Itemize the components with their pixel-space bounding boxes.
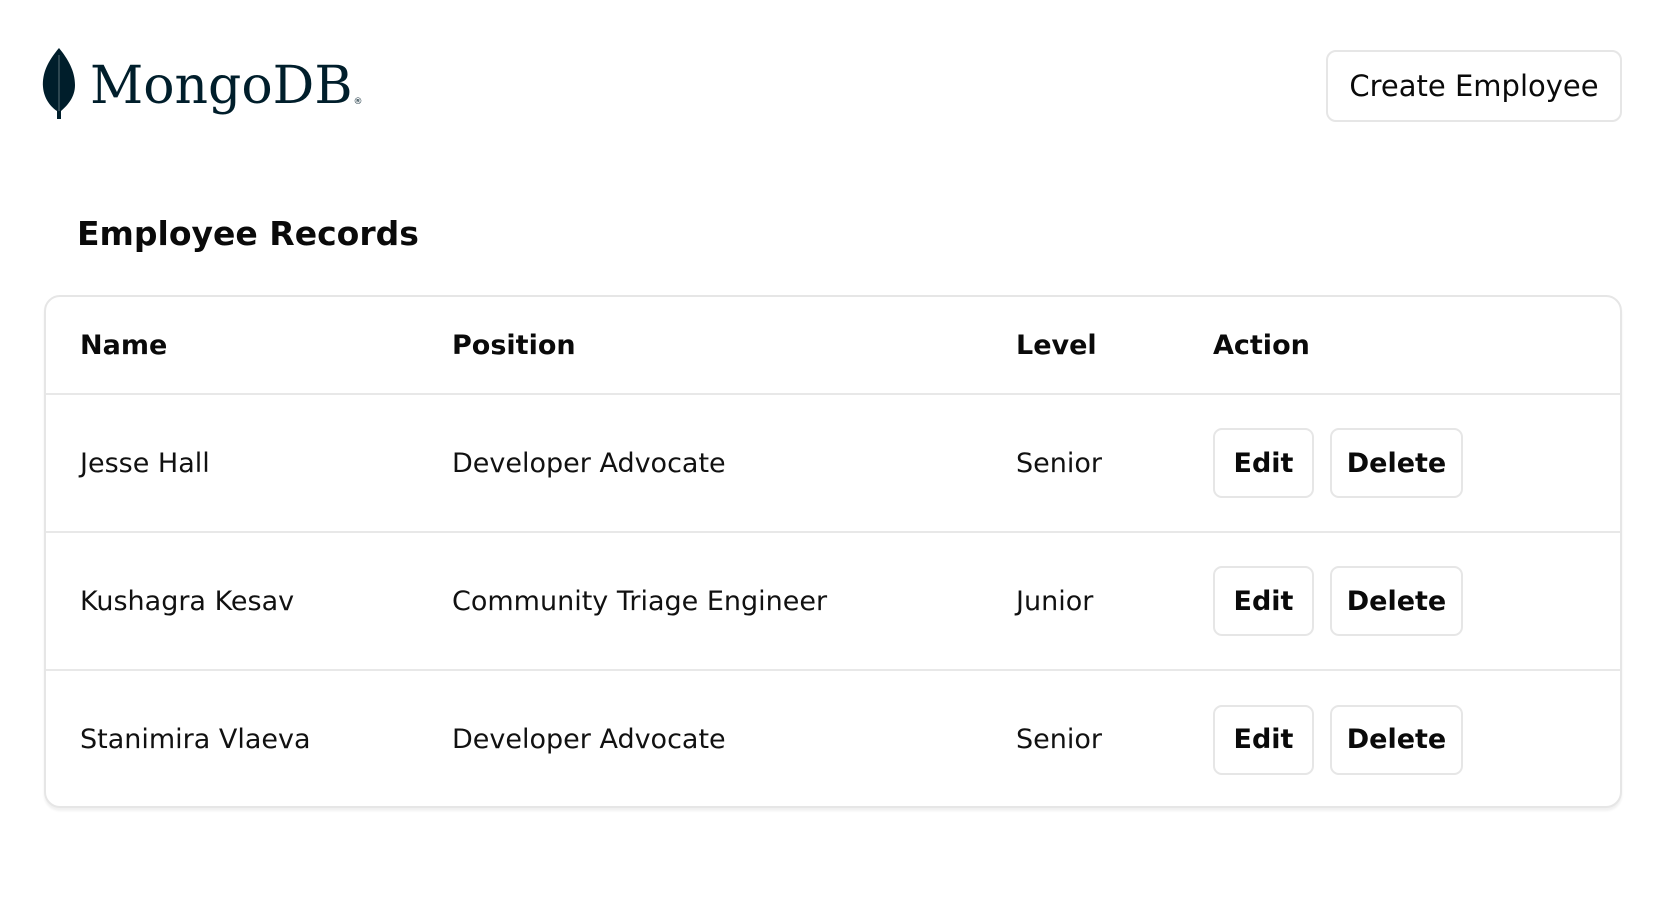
row-actions: Edit Delete <box>1213 533 1463 669</box>
row-actions: Edit Delete <box>1213 395 1463 531</box>
employee-level: Junior <box>1016 585 1094 617</box>
leaf-icon <box>42 47 76 121</box>
registered-mark: ® <box>353 97 363 107</box>
employee-position: Developer Advocate <box>452 724 726 755</box>
column-header-level: Level <box>1016 329 1097 361</box>
delete-button[interactable]: Delete <box>1330 566 1463 636</box>
column-header-position: Position <box>452 329 576 361</box>
delete-button[interactable]: Delete <box>1330 704 1463 775</box>
logo-wordmark: MongoDB <box>90 56 353 116</box>
create-employee-button[interactable]: Create Employee <box>1326 50 1622 122</box>
column-header-action: Action <box>1213 329 1310 361</box>
edit-button[interactable]: Edit <box>1213 566 1314 636</box>
table-row: Jesse Hall Developer Advocate Senior Edi… <box>46 395 1620 533</box>
page-title: Employee Records <box>77 214 419 253</box>
edit-button[interactable]: Edit <box>1213 428 1314 498</box>
column-header-name: Name <box>80 329 168 361</box>
row-actions: Edit Delete <box>1213 671 1463 806</box>
employee-name: Stanimira Vlaeva <box>80 724 311 755</box>
employee-name: Jesse Hall <box>80 447 210 479</box>
employee-position: Community Triage Engineer <box>452 585 828 617</box>
mongodb-logo[interactable]: MongoDB ® <box>42 44 363 124</box>
edit-button[interactable]: Edit <box>1213 704 1314 775</box>
table-row: Kushagra Kesav Community Triage Engineer… <box>46 533 1620 671</box>
delete-button[interactable]: Delete <box>1330 428 1463 498</box>
table-row: Stanimira Vlaeva Developer Advocate Seni… <box>46 671 1620 806</box>
employee-name: Kushagra Kesav <box>80 585 295 617</box>
employee-table: Name Position Level Action Jesse Hall De… <box>44 295 1622 808</box>
employee-level: Senior <box>1016 447 1102 479</box>
employee-position: Developer Advocate <box>452 447 726 479</box>
table-header-row: Name Position Level Action <box>46 297 1620 395</box>
app-header: MongoDB ® Create Employee <box>0 0 1661 150</box>
employee-level: Senior <box>1016 724 1102 755</box>
